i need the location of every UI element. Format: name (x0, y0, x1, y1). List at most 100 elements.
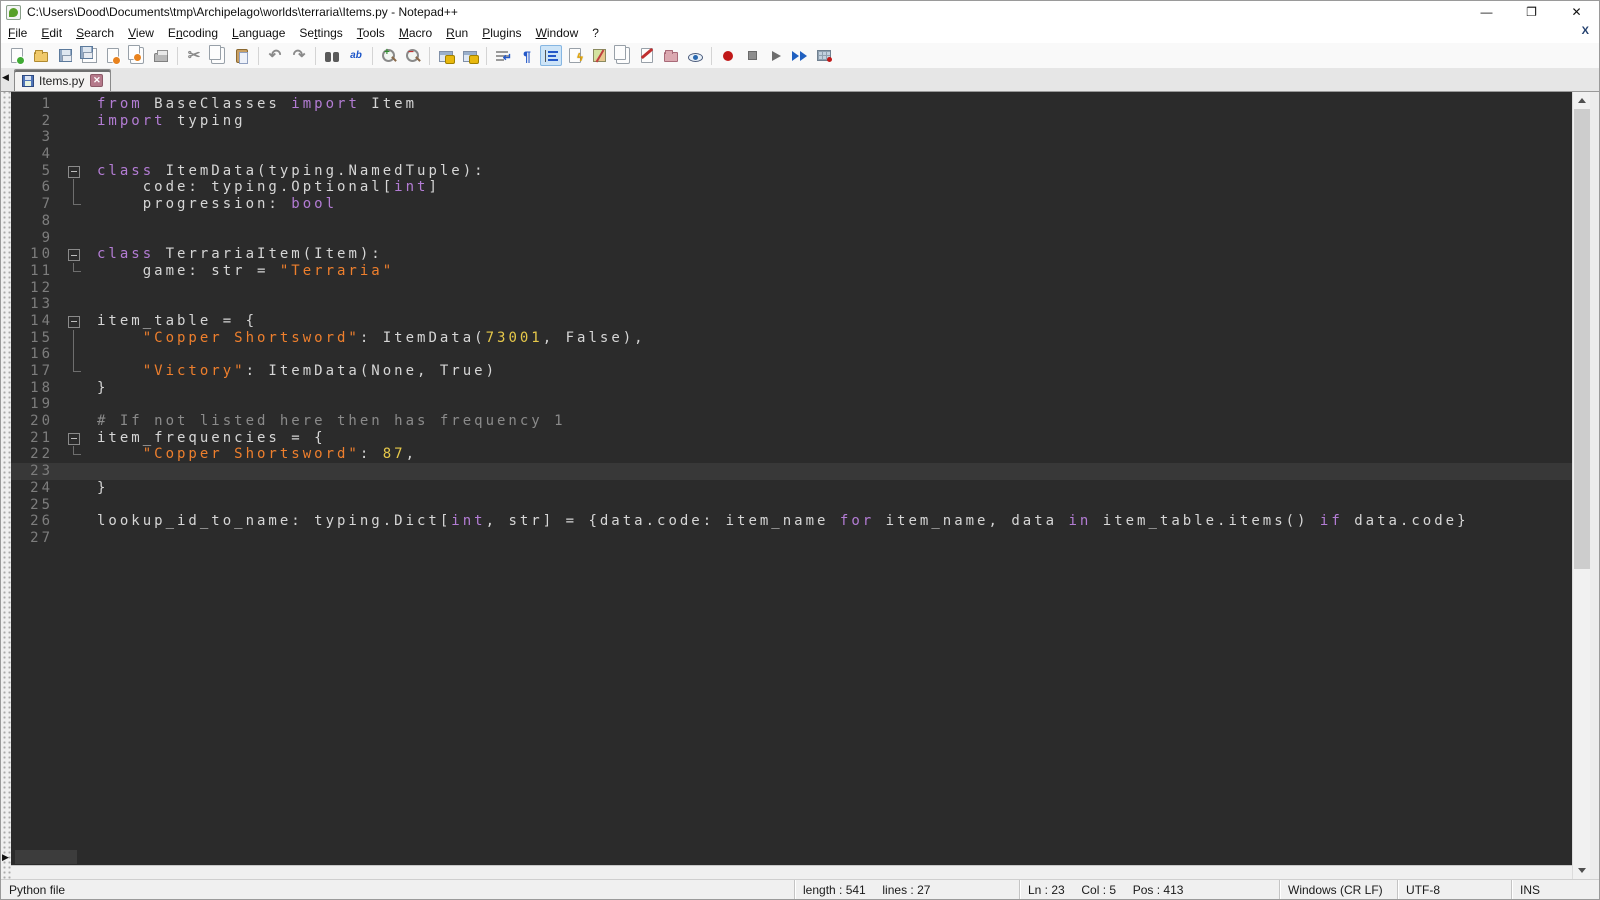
code-line-14[interactable]: 14item_table = { (11, 313, 1572, 330)
copy-icon[interactable] (207, 45, 229, 66)
undo-icon[interactable]: ↶ (264, 45, 286, 66)
zoom-in-icon[interactable]: + (378, 45, 400, 66)
menu-item-tools[interactable]: Tools (350, 24, 392, 42)
close-icon[interactable] (102, 45, 124, 66)
find-icon[interactable] (321, 45, 343, 66)
open-file-icon[interactable] (30, 45, 52, 66)
line-number: 7 (11, 196, 63, 213)
sync-vertical-icon[interactable] (435, 45, 457, 66)
menu-item-plugins[interactable]: Plugins (475, 24, 528, 42)
fold-margin (63, 230, 87, 247)
menu-item-settings[interactable]: Settings (292, 24, 349, 42)
status-encoding[interactable]: UTF-8 (1397, 880, 1511, 899)
tab-close-icon[interactable]: ✕ (90, 74, 103, 87)
close-button[interactable]: ✕ (1554, 1, 1599, 23)
menu-item-macro[interactable]: Macro (392, 24, 439, 42)
code-line-22[interactable]: 22 "Copper Shortsword": 87, (11, 446, 1572, 463)
code-line-24[interactable]: 24} (11, 480, 1572, 497)
fold-marker-icon[interactable] (63, 430, 87, 447)
code-line-5[interactable]: 5class ItemData(typing.NamedTuple): (11, 163, 1572, 180)
code-line-10[interactable]: 10class TerrariaItem(Item): (11, 246, 1572, 263)
fold-marker-icon[interactable] (63, 163, 87, 180)
playback-macro-icon[interactable] (765, 45, 787, 66)
code-editor[interactable]: 1from BaseClasses import Item2import typ… (11, 92, 1572, 849)
save-all-icon[interactable] (78, 45, 100, 66)
horizontal-scrollbar[interactable] (11, 849, 1572, 865)
replace-icon[interactable]: ab (345, 45, 367, 66)
code-line-9[interactable]: 9 (11, 230, 1572, 247)
minimize-button[interactable]: — (1464, 1, 1509, 23)
function-list-icon[interactable]: ϟ (564, 45, 586, 66)
fold-marker-icon[interactable] (63, 313, 87, 330)
user-defined-language-icon[interactable] (636, 45, 658, 66)
close-all-icon[interactable] (126, 45, 148, 66)
save-icon[interactable] (54, 45, 76, 66)
menu-item-language[interactable]: Language (225, 24, 292, 42)
paste-icon[interactable] (231, 45, 253, 66)
code-line-21[interactable]: 21item_frequencies = { (11, 430, 1572, 447)
cut-icon[interactable]: ✂ (183, 45, 205, 66)
fold-marker-icon[interactable] (63, 246, 87, 263)
code-line-18[interactable]: 18} (11, 380, 1572, 397)
bottom-left-arrow-icon[interactable]: ▶ (2, 852, 9, 863)
code-line-27[interactable]: 27 (11, 530, 1572, 547)
redo-icon[interactable]: ↷ (288, 45, 310, 66)
menu-item-[interactable]: ? (585, 24, 606, 42)
folder-as-workspace-icon[interactable] (660, 45, 682, 66)
code-line-8[interactable]: 8 (11, 213, 1572, 230)
status-insert-mode[interactable]: INS (1511, 880, 1599, 899)
document-list-icon[interactable] (612, 45, 634, 66)
scroll-down-arrow-icon[interactable] (1573, 862, 1591, 879)
scroll-up-arrow-icon[interactable] (1573, 92, 1591, 109)
word-wrap-icon[interactable]: ↵ (492, 45, 514, 66)
menu-item-search[interactable]: Search (69, 24, 121, 42)
code-line-1[interactable]: 1from BaseClasses import Item (11, 96, 1572, 113)
menu-item-view[interactable]: View (121, 24, 161, 42)
zoom-out-icon[interactable]: − (402, 45, 424, 66)
code-line-25[interactable]: 25 (11, 497, 1572, 514)
code-line-16[interactable]: 16 (11, 346, 1572, 363)
line-number: 20 (11, 413, 63, 430)
code-line-13[interactable]: 13 (11, 296, 1572, 313)
run-macro-multiple-icon[interactable] (789, 45, 811, 66)
code-line-4[interactable]: 4 (11, 146, 1572, 163)
show-indent-guide-icon[interactable] (540, 45, 562, 66)
code-line-17[interactable]: 17 "Victory": ItemData(None, True) (11, 363, 1572, 380)
show-all-characters-icon[interactable]: ¶ (516, 45, 538, 66)
code-line-15[interactable]: 15 "Copper Shortsword": ItemData(73001, … (11, 330, 1572, 347)
code-line-7[interactable]: 7 progression: bool (11, 196, 1572, 213)
main-area: ▶ 1from BaseClasses import Item2import t… (1, 92, 1599, 879)
code-line-3[interactable]: 3 (11, 129, 1572, 146)
monitoring-icon[interactable] (684, 45, 706, 66)
print-icon[interactable] (150, 45, 172, 66)
code-line-2[interactable]: 2import typing (11, 113, 1572, 130)
vertical-scrollbar[interactable] (1572, 92, 1590, 879)
document-close-x-icon[interactable]: X (1582, 25, 1589, 37)
vertical-scrollbar-thumb[interactable] (1574, 109, 1590, 569)
sync-horizontal-icon[interactable] (459, 45, 481, 66)
code-line-20[interactable]: 20# If not listed here then has frequenc… (11, 413, 1572, 430)
status-eol-format[interactable]: Windows (CR LF) (1279, 880, 1397, 899)
start-recording-icon[interactable] (717, 45, 739, 66)
menu-item-file[interactable]: File (1, 24, 34, 42)
horizontal-scrollbar-thumb[interactable] (15, 850, 77, 864)
menu-item-run[interactable]: Run (439, 24, 475, 42)
code-line-19[interactable]: 19 (11, 396, 1572, 413)
code-line-11[interactable]: 11 game: str = "Terraria" (11, 263, 1572, 280)
code-line-6[interactable]: 6 code: typing.Optional[int] (11, 179, 1572, 196)
document-map-icon[interactable] (588, 45, 610, 66)
save-recorded-macro-icon[interactable] (813, 45, 835, 66)
restore-button[interactable]: ❐ (1509, 1, 1554, 23)
code-line-26[interactable]: 26lookup_id_to_name: typing.Dict[int, st… (11, 513, 1572, 530)
code-line-23[interactable]: 23 (11, 463, 1572, 480)
line-number: 18 (11, 380, 63, 397)
new-file-icon[interactable] (6, 45, 28, 66)
tab-items-py[interactable]: Items.py ✕ (14, 69, 111, 91)
code-line-12[interactable]: 12 (11, 280, 1572, 297)
toolbar-separator (315, 47, 316, 65)
menu-item-encoding[interactable]: Encoding (161, 24, 225, 42)
stop-recording-icon[interactable] (741, 45, 763, 66)
tab-scroll-left-icon[interactable]: ◀ (2, 72, 9, 83)
menu-item-edit[interactable]: Edit (34, 24, 69, 42)
menu-item-window[interactable]: Window (529, 24, 586, 42)
